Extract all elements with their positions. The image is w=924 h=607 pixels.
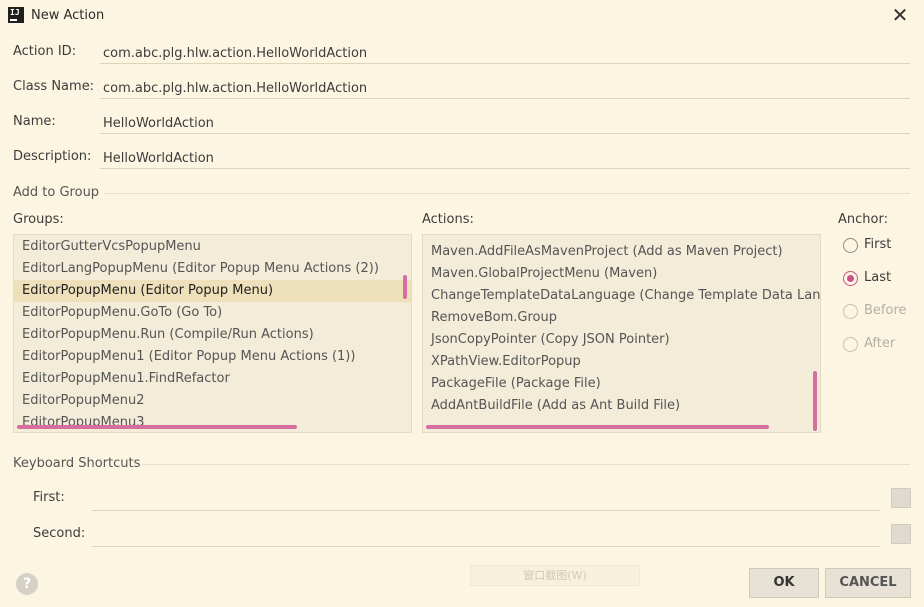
window-title: New Action: [31, 8, 105, 23]
close-icon[interactable]: ✕: [888, 4, 912, 28]
actions-horizontal-scrollbar[interactable]: [426, 425, 769, 429]
clear-second-shortcut-button[interactable]: [891, 524, 911, 544]
radio-label: First: [864, 237, 892, 252]
list-item[interactable]: EditorPopupMenu1.FindRefactor: [14, 368, 411, 390]
name-label: Name:: [13, 114, 56, 129]
list-item[interactable]: EditorPopupMenu.Run (Compile/Run Actions…: [14, 324, 411, 346]
list-item[interactable]: JsonCopyPointer (Copy JSON Pointer): [423, 329, 813, 351]
section-divider: [142, 464, 910, 465]
radio-circle[interactable]: [843, 238, 858, 253]
add-to-group-title: Add to Group: [13, 185, 100, 200]
list-item[interactable]: EditorPopupMenu2: [14, 390, 411, 412]
list-item[interactable]: AddAntBuildFile (Add as Ant Build File): [423, 395, 813, 417]
list-item[interactable]: EditorPopupMenu3: [14, 412, 411, 432]
radio-label: Last: [864, 270, 892, 285]
list-item[interactable]: PackageFile (Package File): [423, 373, 813, 395]
logo-text: IJ: [10, 8, 20, 17]
description-label: Description:: [13, 149, 92, 164]
first-shortcut-label: First:: [33, 490, 65, 505]
actions-list[interactable]: Maven.AddFileAsMavenProject (Add as Mave…: [422, 234, 821, 433]
action-id-field[interactable]: [100, 40, 910, 64]
groups-horizontal-scrollbar[interactable]: [17, 425, 297, 429]
intellij-logo-icon: IJ: [8, 7, 24, 23]
list-item[interactable]: EditorGutterVcsPopupMenu: [14, 236, 411, 258]
help-icon[interactable]: ?: [16, 573, 38, 595]
name-field[interactable]: [100, 110, 910, 134]
window-screenshot-button[interactable]: 窗口截图(W): [470, 565, 640, 586]
anchor-last-radio[interactable]: Last: [843, 269, 913, 289]
ok-button[interactable]: OK: [749, 568, 819, 598]
list-item[interactable]: ChangeTemplateDataLanguage (Change Templ…: [423, 285, 820, 307]
groups-list[interactable]: EditorGutterVcsPopupMenu EditorLangPopup…: [13, 234, 412, 433]
description-field[interactable]: [100, 145, 910, 169]
anchor-label: Anchor:: [838, 212, 888, 227]
first-shortcut-field[interactable]: [92, 487, 880, 511]
radio-circle-checked[interactable]: [843, 271, 858, 286]
list-item[interactable]: RemoveBom.Group: [423, 307, 813, 329]
anchor-after-radio: After: [843, 335, 913, 355]
list-item[interactable]: Maven.AddFileAsMavenProject (Add as Mave…: [423, 241, 813, 263]
radio-label: Before: [864, 303, 907, 318]
radio-circle-disabled: [843, 337, 858, 352]
groups-label: Groups:: [13, 212, 64, 227]
radio-circle-disabled: [843, 304, 858, 319]
radio-label: After: [864, 336, 896, 351]
second-shortcut-field[interactable]: [92, 523, 880, 547]
list-item[interactable]: Maven.GlobalProjectMenu (Maven): [423, 263, 813, 285]
action-id-label: Action ID:: [13, 44, 77, 59]
class-name-label: Class Name:: [13, 79, 95, 94]
clear-first-shortcut-button[interactable]: [891, 488, 911, 508]
anchor-first-radio[interactable]: First: [843, 236, 913, 256]
class-name-field[interactable]: [100, 75, 910, 99]
list-item[interactable]: XPathView.EditorPopup: [423, 351, 813, 373]
keyboard-shortcuts-title: Keyboard Shortcuts: [13, 456, 141, 471]
list-item[interactable]: EditorPopupMenu1 (Editor Popup Menu Acti…: [14, 346, 411, 368]
actions-label: Actions:: [422, 212, 474, 227]
actions-vertical-scrollbar[interactable]: [813, 371, 817, 431]
list-item[interactable]: EditorLangPopupMenu (Editor Popup Menu A…: [14, 258, 411, 280]
anchor-before-radio: Before: [843, 302, 918, 322]
groups-vertical-scrollbar[interactable]: [403, 275, 407, 299]
section-divider: [104, 193, 910, 194]
cancel-button[interactable]: CANCEL: [825, 568, 911, 598]
list-item[interactable]: EditorPopupMenu.GoTo (Go To): [14, 302, 411, 324]
list-item-selected[interactable]: EditorPopupMenu (Editor Popup Menu): [14, 280, 411, 302]
second-shortcut-label: Second:: [33, 526, 86, 541]
title-bar: IJ New Action ✕: [0, 0, 924, 32]
